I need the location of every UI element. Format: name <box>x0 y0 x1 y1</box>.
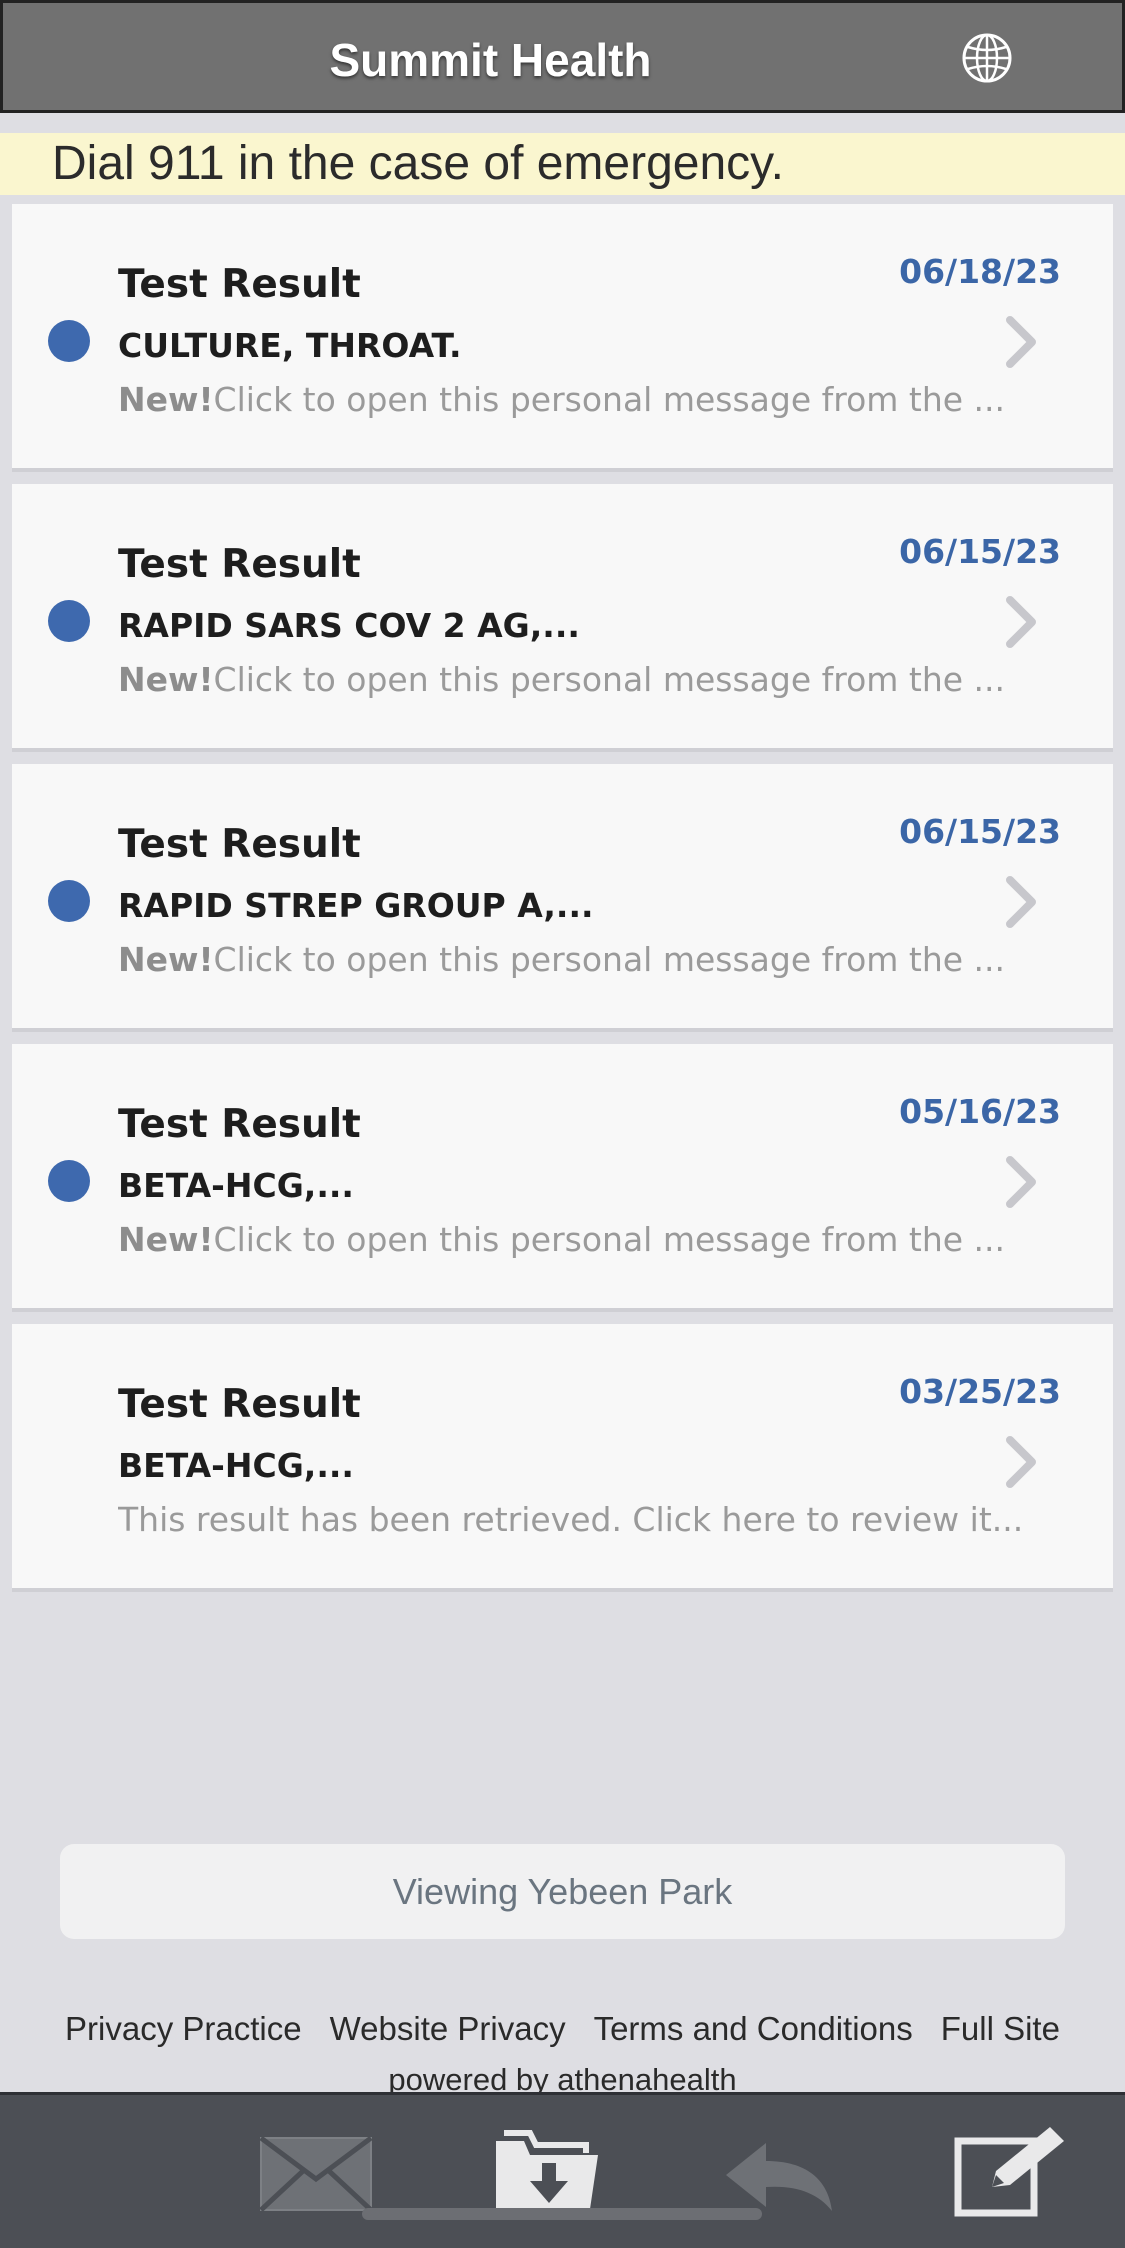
preview-text: Click to open this personal message from… <box>213 1220 1006 1259</box>
terms-link[interactable]: Terms and Conditions <box>594 2010 913 2048</box>
unread-dot <box>48 1160 90 1202</box>
footer-links: Privacy Practice Website Privacy Terms a… <box>0 2010 1125 2048</box>
new-label: New! <box>118 1220 214 1259</box>
message-subject: RAPID SARS COV 2 AG,... <box>118 606 580 645</box>
message-subject: RAPID STREP GROUP A,... <box>118 886 594 925</box>
chevron-right-icon <box>1006 1436 1036 1488</box>
mail-icon[interactable] <box>258 2135 374 2213</box>
globe-icon[interactable] <box>960 31 1014 85</box>
new-label: New! <box>118 940 214 979</box>
message-date: 06/18/23 <box>899 252 1061 291</box>
chevron-right-icon <box>1006 316 1036 368</box>
folder-download-icon[interactable] <box>490 2123 602 2215</box>
header-divider <box>0 113 1125 131</box>
emergency-banner: Dial 911 in the case of emergency. <box>0 133 1125 195</box>
unread-dot <box>48 320 90 362</box>
chevron-right-icon <box>1006 596 1036 648</box>
message-title: Test Result <box>118 262 361 307</box>
message-preview: New!Click to open this personal message … <box>118 940 1038 979</box>
unread-dot <box>48 600 90 642</box>
full-site-link[interactable]: Full Site <box>941 2010 1060 2048</box>
message-item[interactable]: Test Result BETA-HCG,... New!Click to op… <box>12 1044 1113 1312</box>
preview-text: Click to open this personal message from… <box>213 380 1006 419</box>
chevron-right-icon <box>1006 1156 1036 1208</box>
preview-text: Click to open this personal message from… <box>213 660 1006 699</box>
message-list: Test Result CULTURE, THROAT. New!Click t… <box>12 204 1113 1604</box>
message-preview: New!Click to open this personal message … <box>118 380 1038 419</box>
preview-text: This result has been retrieved. Click he… <box>118 1500 1024 1539</box>
viewing-patient-button[interactable]: Viewing Yebeen Park <box>60 1844 1065 1939</box>
app-header: Summit Health <box>0 0 1125 113</box>
message-preview: New!Click to open this personal message … <box>118 1220 1038 1259</box>
message-item[interactable]: Test Result CULTURE, THROAT. New!Click t… <box>12 204 1113 472</box>
reply-icon[interactable] <box>722 2139 836 2213</box>
message-item[interactable]: Test Result BETA-HCG,... This result has… <box>12 1324 1113 1592</box>
page-title: Summit Health <box>329 34 652 86</box>
message-title: Test Result <box>118 542 361 587</box>
message-preview: New!Click to open this personal message … <box>118 660 1038 699</box>
home-indicator <box>362 2208 762 2220</box>
message-subject: CULTURE, THROAT. <box>118 326 462 365</box>
message-date: 06/15/23 <box>899 812 1061 851</box>
message-item[interactable]: Test Result RAPID STREP GROUP A,... New!… <box>12 764 1113 1032</box>
message-date: 05/16/23 <box>899 1092 1061 1131</box>
privacy-practice-link[interactable]: Privacy Practice <box>65 2010 302 2048</box>
message-date: 06/15/23 <box>899 532 1061 571</box>
new-label: New! <box>118 380 214 419</box>
new-label: New! <box>118 660 214 699</box>
preview-text: Click to open this personal message from… <box>213 940 1006 979</box>
website-privacy-link[interactable]: Website Privacy <box>330 2010 566 2048</box>
message-title: Test Result <box>118 822 361 867</box>
message-preview: This result has been retrieved. Click he… <box>118 1500 1038 1539</box>
message-title: Test Result <box>118 1382 361 1427</box>
compose-icon[interactable] <box>952 2123 1070 2219</box>
bottom-toolbar <box>0 2092 1125 2248</box>
chevron-right-icon <box>1006 876 1036 928</box>
message-date: 03/25/23 <box>899 1372 1061 1411</box>
message-title: Test Result <box>118 1102 361 1147</box>
message-item[interactable]: Test Result RAPID SARS COV 2 AG,... New!… <box>12 484 1113 752</box>
message-subject: BETA-HCG,... <box>118 1166 354 1205</box>
message-subject: BETA-HCG,... <box>118 1446 354 1485</box>
unread-dot <box>48 880 90 922</box>
